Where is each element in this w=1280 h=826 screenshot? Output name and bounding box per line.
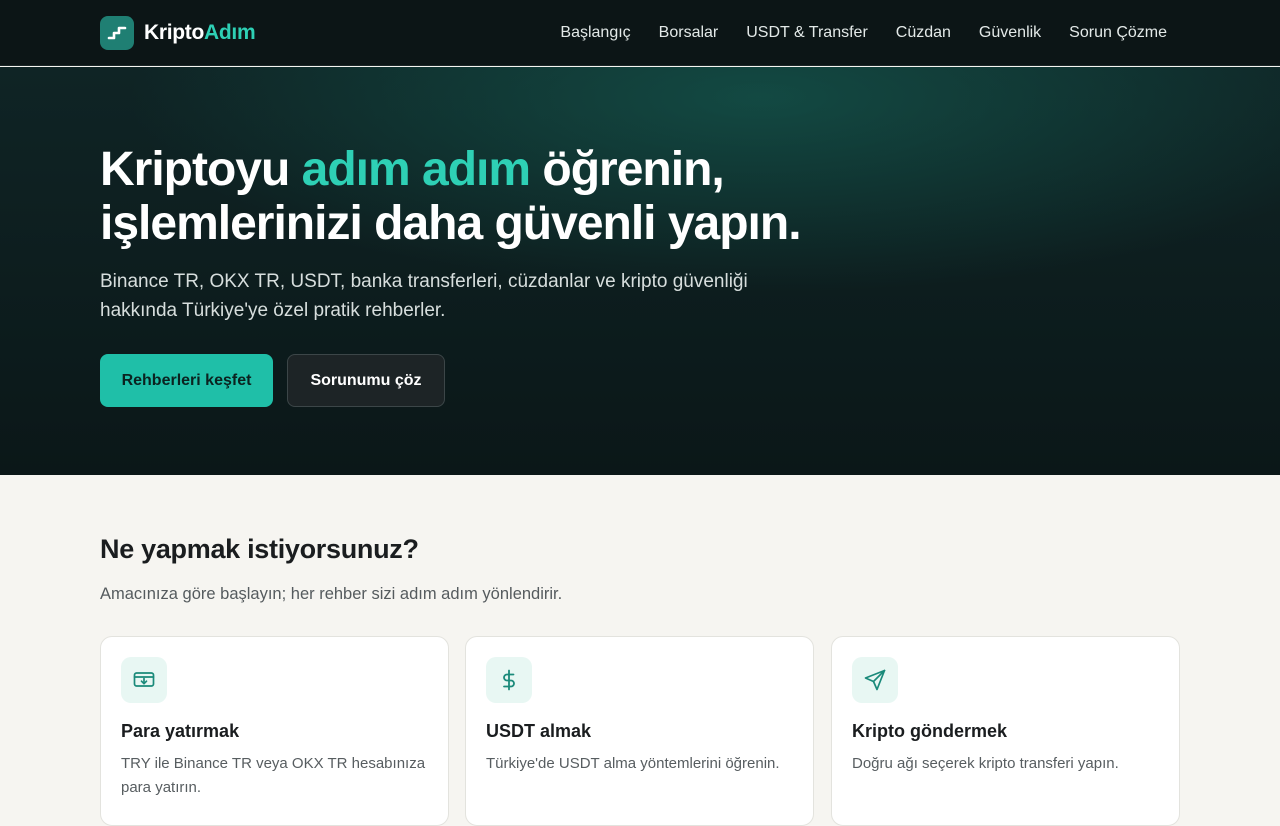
dollar-icon [486,657,532,703]
card-description: TRY ile Binance TR veya OKX TR hesabınız… [121,755,426,796]
top-navbar: KriptoAdım Başlangıç Borsalar USDT & Tra… [0,0,1280,66]
solve-problem-button[interactable]: Sorunumu çöz [287,354,445,407]
card-title: Kripto göndermek [852,721,1008,741]
hero-title-accent: adım adım [301,143,531,196]
card-description: Türkiye'de USDT alma yöntemlerini öğreni… [486,755,780,772]
section-title: Ne yapmak istiyorsunuz? [100,534,419,564]
card-deposit[interactable]: Para yatırmak TRY ile Binance TR veya OK… [100,636,449,826]
main-nav: Başlangıç Borsalar USDT & Transfer Cüzda… [532,0,1167,66]
section-subtitle: Amacınıza göre başlayın; her rehber sizi… [100,585,563,603]
card-title: Para yatırmak [121,721,240,741]
nav-link-baslangic[interactable]: Başlangıç [560,24,630,42]
stairs-icon [100,16,134,50]
hero-title: Kriptoyu adım adım öğrenin, işlemleriniz… [100,143,860,251]
brand-name: KriptoAdım [144,21,256,45]
send-icon [852,657,898,703]
brand-name-main: Kripto [144,21,205,44]
nav-link-borsalar[interactable]: Borsalar [659,24,719,42]
nav-link-usdt-transfer[interactable]: USDT & Transfer [746,24,868,42]
hero-title-part1: Kriptoyu [100,143,302,196]
hero-section: Kriptoyu adım adım öğrenin, işlemleriniz… [0,67,1280,475]
brand-logo[interactable]: KriptoAdım [100,16,256,50]
card-title: USDT almak [486,721,592,741]
card-send-crypto[interactable]: Kripto göndermek Doğru ağı seçerek kript… [831,636,1180,826]
brand-name-accent: Adım [204,21,256,44]
nav-link-guvenlik[interactable]: Güvenlik [979,24,1041,42]
explore-guides-button[interactable]: Rehberleri keşfet [100,354,273,407]
deposit-icon [121,657,167,703]
nav-link-sorun-cozme[interactable]: Sorun Çözme [1069,24,1167,42]
card-buy-usdt[interactable]: USDT almak Türkiye'de USDT alma yöntemle… [465,636,814,826]
hero-subtitle: Binance TR, OKX TR, USDT, banka transfer… [100,271,748,321]
nav-link-cuzdan[interactable]: Cüzdan [896,24,951,42]
card-description: Doğru ağı seçerek kripto transferi yapın… [852,755,1119,772]
